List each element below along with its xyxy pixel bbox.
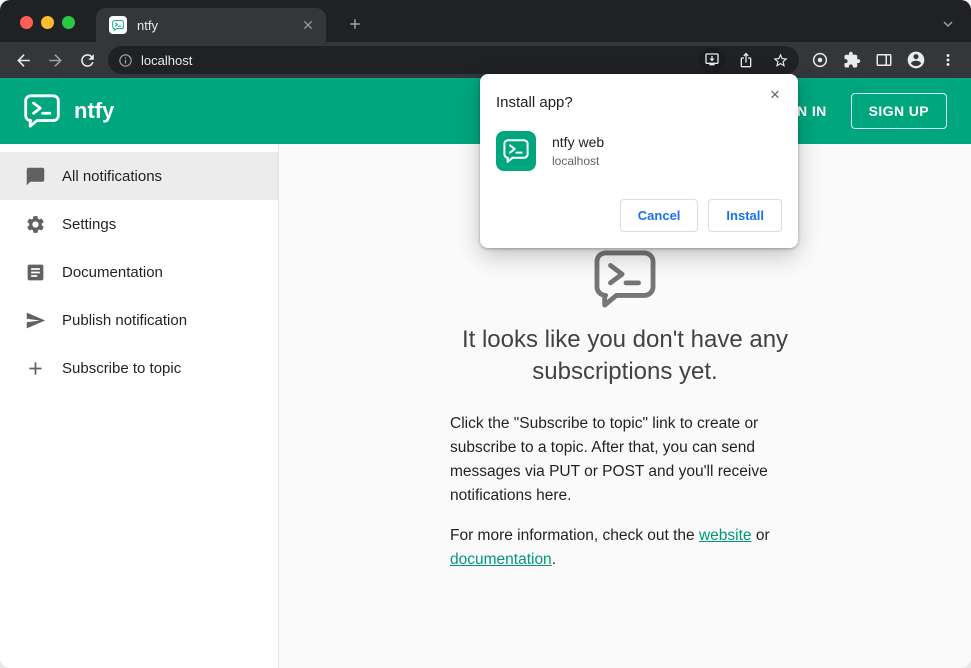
- browser-menu-icon[interactable]: [933, 45, 963, 75]
- sign-up-button[interactable]: SIGN UP: [850, 93, 947, 129]
- dialog-app-info: ntfy web localhost: [552, 134, 604, 168]
- website-link[interactable]: website: [699, 527, 752, 544]
- more-info-text: .: [551, 550, 556, 568]
- more-info-text: or: [751, 526, 770, 544]
- install-app-dialog: Install app? × ntfy web localhost Cancel…: [480, 74, 798, 248]
- sidebar-item-label: Publish notification: [62, 311, 188, 329]
- dialog-buttons: Cancel Install: [496, 199, 782, 232]
- forward-button[interactable]: [40, 45, 70, 75]
- ntfy-favicon-icon: [109, 16, 127, 34]
- sidebar-item-label: All notifications: [62, 167, 163, 185]
- reload-button[interactable]: [72, 45, 102, 75]
- ntfy-logo-icon: [24, 94, 60, 128]
- cancel-button[interactable]: Cancel: [619, 199, 699, 232]
- app-title: ntfy: [74, 98, 115, 123]
- more-info-text: For more information, check out the: [450, 526, 699, 544]
- back-button[interactable]: [8, 45, 38, 75]
- zoom-window-button[interactable]: [62, 16, 75, 29]
- chat-bubble-icon: [24, 165, 46, 187]
- sidebar-item-settings[interactable]: Settings: [0, 200, 278, 248]
- dialog-title: Install app?: [496, 94, 573, 111]
- empty-state-paragraph: Click the "Subscribe to topic" link to c…: [450, 414, 768, 504]
- address-bar[interactable]: localhost: [108, 46, 799, 74]
- more-info-paragraph: For more information, check out the webs…: [450, 524, 800, 572]
- tab-strip: ntfy: [0, 0, 971, 42]
- send-icon: [24, 309, 46, 331]
- install-button[interactable]: Install: [708, 199, 782, 232]
- profile-avatar-icon[interactable]: [901, 45, 931, 75]
- empty-state-heading: It looks like you don't have any subscri…: [461, 326, 789, 385]
- dialog-close-icon[interactable]: ×: [764, 84, 786, 106]
- sidebar: All notifications Settings Documentation…: [0, 144, 279, 668]
- browser-window: ntfy localhost ntfy SIGN IN SIGN UP All …: [0, 0, 971, 668]
- ntfy-logo-large-icon: [594, 250, 656, 308]
- bookmark-star-icon[interactable]: [767, 47, 793, 73]
- sidebar-item-label: Settings: [62, 215, 117, 233]
- ntfy-app-icon: [496, 131, 536, 171]
- article-icon: [24, 261, 46, 283]
- dialog-app-name: ntfy web: [552, 134, 605, 150]
- tab-search-chevron-icon[interactable]: [937, 13, 959, 35]
- tab-close-icon[interactable]: [300, 17, 316, 33]
- sidebar-item-subscribe-to-topic[interactable]: Subscribe to topic: [0, 344, 278, 392]
- sidebar-item-all-notifications[interactable]: All notifications: [0, 152, 278, 200]
- plus-icon: [24, 357, 46, 379]
- browser-toolbar: localhost: [0, 42, 971, 78]
- sidebar-item-publish-notification[interactable]: Publish notification: [0, 296, 278, 344]
- sidebar-item-documentation[interactable]: Documentation: [0, 248, 278, 296]
- install-app-icon[interactable]: [699, 47, 725, 73]
- close-window-button[interactable]: [20, 16, 33, 29]
- sidebar-item-label: Subscribe to topic: [62, 359, 182, 377]
- extensions-puzzle-icon[interactable]: [837, 45, 867, 75]
- site-info-icon[interactable]: [118, 53, 133, 68]
- share-icon[interactable]: [733, 47, 759, 73]
- dialog-app-origin: localhost: [552, 154, 600, 168]
- dialog-app-row: ntfy web localhost: [496, 131, 782, 171]
- empty-state: It looks like you don't have any subscri…: [279, 250, 971, 572]
- sidebar-item-label: Documentation: [62, 263, 163, 281]
- browser-tab[interactable]: ntfy: [96, 8, 326, 42]
- tab-title: ntfy: [137, 17, 158, 33]
- password-manager-extension-icon[interactable]: [805, 45, 835, 75]
- gear-icon: [24, 213, 46, 235]
- minimize-window-button[interactable]: [41, 16, 54, 29]
- app-brand: ntfy: [24, 94, 114, 128]
- address-text[interactable]: localhost: [141, 53, 691, 68]
- window-controls: [20, 16, 75, 29]
- documentation-link[interactable]: documentation: [450, 551, 552, 568]
- side-panel-icon[interactable]: [869, 45, 899, 75]
- new-tab-button[interactable]: [342, 11, 368, 37]
